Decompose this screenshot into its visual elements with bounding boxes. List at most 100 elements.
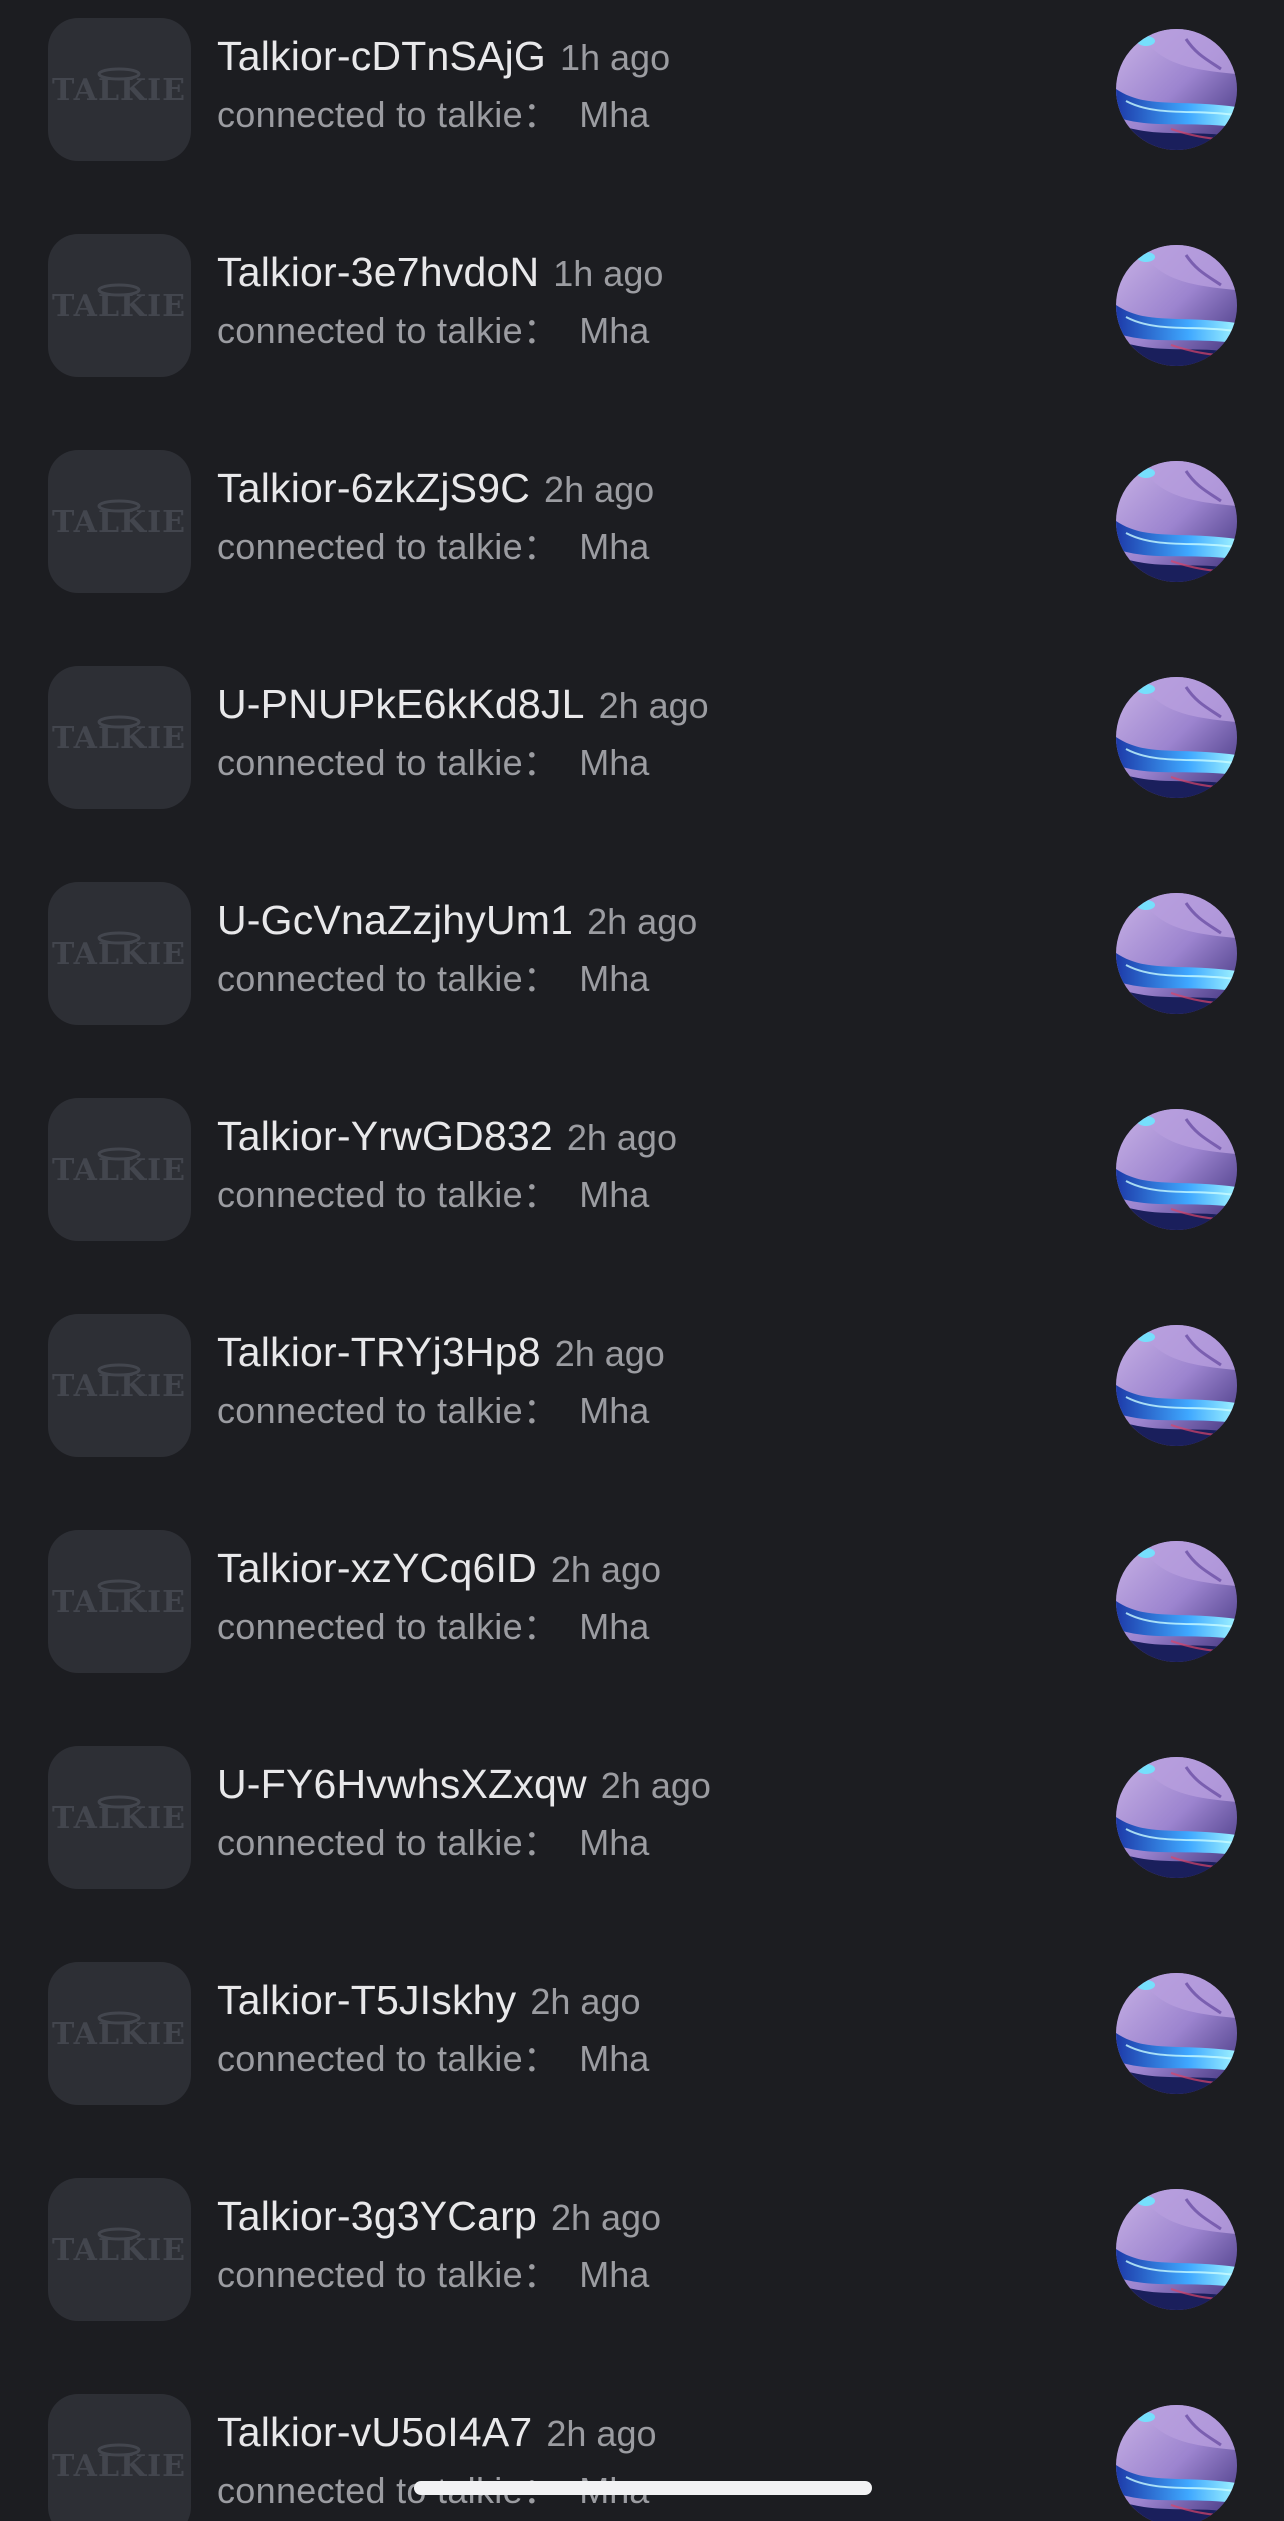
svg-text:TALKIE: TALKIE [52, 1585, 186, 1620]
talkie-logo-icon: TALKIE [48, 1746, 191, 1889]
connection-text: connected to talkie： [217, 1822, 560, 1863]
avatar-artwork [1116, 1973, 1237, 2094]
notification-row[interactable]: TALKIE Talkior-3e7hvdoN 1h ago connected … [0, 216, 1284, 432]
character-avatar[interactable] [1116, 1325, 1237, 1446]
notification-title: Talkior-cDTnSAjG 1h ago [217, 28, 670, 84]
notification-row[interactable]: TALKIE Talkior-3g3YCarp 2h ago connected … [0, 2160, 1284, 2376]
notification-title: U-PNUPkE6kKd8JL 2h ago [217, 676, 709, 732]
notification-title: U-GcVnaZzjhyUm1 2h ago [217, 892, 697, 948]
svg-text:TALKIE: TALKIE [52, 937, 186, 972]
notification-title: Talkior-vU5oI4A7 2h ago [217, 2404, 657, 2460]
notification-title: Talkior-TRYj3Hp8 2h ago [217, 1324, 665, 1380]
talkior-name: Talkior-cDTnSAjG [217, 33, 546, 79]
talkie-logo-icon: TALKIE [48, 2178, 191, 2321]
notification-row[interactable]: TALKIE Talkior-xzYCq6ID 2h ago connected … [0, 1512, 1284, 1728]
avatar-artwork [1116, 29, 1237, 150]
notification-subtitle: connected to talkie： Mha [217, 954, 649, 1004]
timestamp: 2h ago [600, 1765, 711, 1806]
notification-subtitle: connected to talkie： Mha [217, 1818, 649, 1868]
connection-text: connected to talkie： [217, 1390, 560, 1431]
notification-subtitle: connected to talkie： Mha [217, 1170, 649, 1220]
talkior-name: Talkior-T5JIskhy [217, 1977, 517, 2023]
talkie-logo-icon: TALKIE [48, 882, 191, 1025]
svg-text:TALKIE: TALKIE [52, 2449, 186, 2484]
talkior-name: Talkior-6zkZjS9C [217, 465, 531, 511]
timestamp: 2h ago [550, 1549, 661, 1590]
notification-subtitle: connected to talkie： Mha [217, 90, 649, 140]
avatar-artwork [1116, 893, 1237, 1014]
avatar-artwork [1116, 2189, 1237, 2310]
notification-subtitle: connected to talkie： Mha [217, 1602, 649, 1652]
character-avatar[interactable] [1116, 1973, 1237, 2094]
talkior-name: U-GcVnaZzjhyUm1 [217, 897, 574, 943]
avatar-artwork [1116, 1109, 1237, 1230]
talkior-name: Talkior-3g3YCarp [217, 2193, 537, 2239]
connected-character-name: Mha [579, 742, 650, 783]
character-avatar[interactable] [1116, 677, 1237, 798]
talkie-logo-icon: TALKIE [48, 1098, 191, 1241]
character-avatar[interactable] [1116, 1109, 1237, 1230]
talkie-logo-icon: TALKIE [48, 666, 191, 809]
svg-text:TALKIE: TALKIE [52, 1369, 186, 1404]
svg-text:TALKIE: TALKIE [52, 2233, 186, 2268]
home-indicator[interactable] [414, 2481, 872, 2495]
svg-text:TALKIE: TALKIE [52, 289, 186, 324]
talkie-logo-icon: TALKIE [48, 1530, 191, 1673]
notification-title: Talkior-3g3YCarp 2h ago [217, 2188, 661, 2244]
notification-title: U-FY6HvwhsXZxqw 2h ago [217, 1756, 711, 1812]
notification-title: Talkior-6zkZjS9C 2h ago [217, 460, 654, 516]
connection-text: connected to talkie： [217, 1174, 560, 1215]
notification-row[interactable]: TALKIE U-PNUPkE6kKd8JL 2h ago connected t… [0, 648, 1284, 864]
timestamp: 2h ago [550, 2197, 662, 2238]
timestamp: 2h ago [544, 469, 655, 510]
connected-character-name: Mha [579, 2038, 650, 2079]
notification-title: Talkior-xzYCq6ID 2h ago [217, 1540, 661, 1596]
talkior-name: Talkior-vU5oI4A7 [217, 2409, 533, 2455]
connected-character-name: Mha [579, 310, 650, 351]
avatar-artwork [1116, 677, 1237, 798]
svg-text:TALKIE: TALKIE [52, 2017, 186, 2052]
notification-row[interactable]: TALKIE Talkior-cDTnSAjG 1h ago connected … [0, 0, 1284, 216]
character-avatar[interactable] [1116, 2189, 1237, 2310]
connection-text: connected to talkie： [217, 2038, 560, 2079]
notification-row[interactable]: TALKIE U-FY6HvwhsXZxqw 2h ago connected t… [0, 1728, 1284, 1944]
connected-character-name: Mha [579, 1822, 650, 1863]
talkior-name: Talkior-3e7hvdoN [217, 249, 540, 295]
timestamp: 1h ago [559, 37, 671, 78]
character-avatar[interactable] [1116, 29, 1237, 150]
svg-text:TALKIE: TALKIE [52, 505, 186, 540]
talkie-logo-icon: TALKIE [48, 1314, 191, 1457]
talkie-logo-icon: TALKIE [48, 2394, 191, 2521]
notification-row[interactable]: TALKIE Talkior-vU5oI4A7 2h ago connected … [0, 2376, 1284, 2521]
talkie-logo-icon: TALKIE [48, 234, 191, 377]
connected-character-name: Mha [579, 2254, 650, 2295]
notification-row[interactable]: TALKIE Talkior-TRYj3Hp8 2h ago connected … [0, 1296, 1284, 1512]
svg-text:TALKIE: TALKIE [52, 1153, 186, 1188]
notification-title: Talkior-T5JIskhy 2h ago [217, 1972, 640, 2028]
talkior-name: Talkior-xzYCq6ID [217, 1545, 537, 1591]
character-avatar[interactable] [1116, 1757, 1237, 1878]
avatar-artwork [1116, 461, 1237, 582]
notification-subtitle: connected to talkie： Mha [217, 1386, 649, 1436]
notification-row[interactable]: TALKIE Talkior-T5JIskhy 2h ago connected … [0, 1944, 1284, 2160]
timestamp: 2h ago [566, 1117, 677, 1158]
notification-row[interactable]: TALKIE Talkior-YrwGD832 2h ago connected … [0, 1080, 1284, 1296]
character-avatar[interactable] [1116, 893, 1237, 1014]
talkior-name: Talkior-YrwGD832 [217, 1113, 553, 1159]
connection-text: connected to talkie： [217, 1606, 560, 1647]
character-avatar[interactable] [1116, 461, 1237, 582]
talkie-logo-icon: TALKIE [48, 18, 191, 161]
character-avatar[interactable] [1116, 1541, 1237, 1662]
connection-text: connected to talkie： [217, 526, 560, 567]
character-avatar[interactable] [1116, 245, 1237, 366]
notification-row[interactable]: TALKIE Talkior-6zkZjS9C 2h ago connected … [0, 432, 1284, 648]
character-avatar[interactable] [1116, 2405, 1237, 2521]
notification-row[interactable]: TALKIE U-GcVnaZzjhyUm1 2h ago connected t… [0, 864, 1284, 1080]
timestamp: 2h ago [587, 901, 698, 942]
connection-text: connected to talkie： [217, 742, 560, 783]
connected-character-name: Mha [579, 958, 650, 999]
svg-text:TALKIE: TALKIE [52, 721, 186, 756]
notification-subtitle: connected to talkie： Mha [217, 522, 649, 572]
connected-character-name: Mha [579, 526, 650, 567]
notification-subtitle: connected to talkie： Mha [217, 2034, 649, 2084]
